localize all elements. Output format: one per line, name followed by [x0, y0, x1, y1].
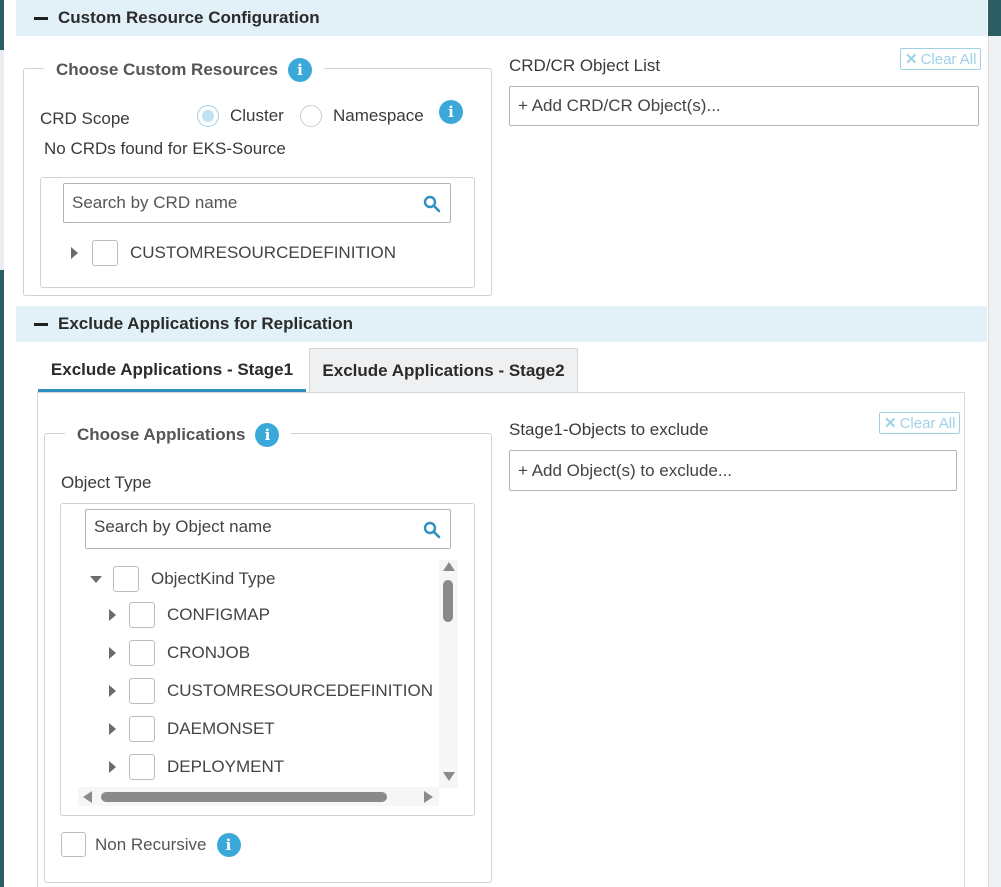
- tree-checkbox[interactable]: [129, 678, 155, 704]
- radio-namespace-label: Namespace: [333, 106, 424, 125]
- info-icon[interactable]: i: [288, 58, 312, 82]
- window-edge-left-gap: [0, 50, 4, 270]
- radio-cluster[interactable]: [197, 105, 219, 127]
- scroll-down-icon[interactable]: [443, 772, 455, 781]
- tab-label: Exclude Applications - Stage2: [322, 360, 565, 380]
- tree-item-label: CONFIGMAP: [167, 605, 270, 624]
- clear-icon: ✕: [905, 51, 918, 68]
- clear-all-label: Clear All: [920, 50, 977, 68]
- legend-label: Choose Applications: [77, 425, 246, 444]
- clear-icon: ✕: [884, 415, 897, 432]
- info-icon[interactable]: i: [255, 423, 280, 447]
- section-header-custom-resource[interactable]: Custom Resource Configuration: [16, 0, 987, 36]
- expand-caret-icon[interactable]: [109, 761, 116, 773]
- tree-row-root[interactable]: ObjectKind Type: [90, 566, 275, 592]
- non-recursive-option[interactable]: Non Recursive i: [61, 832, 241, 857]
- clear-all-button[interactable]: ✕ Clear All: [879, 412, 961, 434]
- section-header-exclude-apps[interactable]: Exclude Applications for Replication: [16, 306, 987, 342]
- tree-checkbox[interactable]: [92, 240, 118, 266]
- horizontal-scroll-thumb[interactable]: [101, 792, 387, 802]
- info-icon[interactable]: i: [216, 832, 241, 857]
- add-crd-object-placeholder: + Add CRD/CR Object(s)...: [518, 96, 721, 115]
- tree-horizontal-scrollbar[interactable]: [78, 787, 439, 806]
- non-recursive-checkbox[interactable]: [61, 832, 86, 857]
- object-type-label: Object Type: [61, 473, 152, 492]
- scope-radio-cluster[interactable]: Cluster: [197, 105, 284, 127]
- no-crds-message: No CRDs found for EKS-Source: [44, 139, 286, 158]
- expand-caret-icon[interactable]: [109, 647, 116, 659]
- crd-object-list-label: CRD/CR Object List: [509, 56, 661, 75]
- section-title: Exclude Applications for Replication: [58, 314, 354, 333]
- tree-row-daemonset[interactable]: DAEMONSET: [109, 716, 275, 742]
- tree-row-crd[interactable]: CUSTOMRESOURCEDEFINITION: [71, 240, 396, 266]
- stage1-objects-label: Stage1-Objects to exclude: [509, 420, 709, 439]
- tree-checkbox[interactable]: [129, 716, 155, 742]
- vertical-scroll-thumb[interactable]: [443, 580, 453, 622]
- choose-custom-resources-legend: Choose Custom Resources i: [44, 56, 324, 84]
- scroll-up-icon[interactable]: [443, 562, 455, 571]
- scroll-left-icon[interactable]: [83, 791, 92, 803]
- crd-search-input[interactable]: Search by CRD name: [63, 183, 451, 223]
- tree-checkbox[interactable]: [129, 640, 155, 666]
- choose-applications-legend: Choose Applications i: [65, 421, 292, 449]
- collapse-icon[interactable]: [34, 16, 48, 20]
- radio-cluster-label: Cluster: [230, 106, 284, 125]
- crd-scope-label: CRD Scope: [40, 109, 130, 128]
- add-exclude-object-input[interactable]: + Add Object(s) to exclude...: [509, 450, 957, 491]
- tree-row-crd[interactable]: CUSTOMRESOURCEDEFINITION: [109, 678, 433, 704]
- add-crd-object-input[interactable]: + Add CRD/CR Object(s)...: [509, 86, 979, 126]
- search-icon[interactable]: [423, 521, 441, 539]
- tab-exclude-stage2[interactable]: Exclude Applications - Stage2: [309, 348, 578, 392]
- collapse-caret-icon[interactable]: [90, 575, 102, 583]
- tree-checkbox[interactable]: [113, 566, 139, 592]
- expand-caret-icon[interactable]: [109, 723, 116, 735]
- tree-item-label: CRONJOB: [167, 643, 251, 662]
- add-exclude-object-placeholder: + Add Object(s) to exclude...: [518, 460, 733, 480]
- tree-row-cronjob[interactable]: CRONJOB: [109, 640, 250, 666]
- tree-item-label: DEPLOYMENT: [167, 757, 285, 776]
- section-title: Custom Resource Configuration: [58, 8, 320, 27]
- tree-checkbox[interactable]: [129, 602, 155, 628]
- object-search-placeholder: Search by Object name: [94, 517, 272, 536]
- object-search-input[interactable]: Search by Object name: [85, 509, 451, 549]
- search-icon[interactable]: [423, 195, 441, 213]
- vertical-scrollbar-track[interactable]: [988, 0, 1001, 887]
- non-recursive-label: Non Recursive: [95, 834, 207, 854]
- tab-exclude-stage1[interactable]: Exclude Applications - Stage1: [38, 350, 306, 392]
- collapse-icon[interactable]: [34, 322, 48, 326]
- expand-caret-icon[interactable]: [109, 685, 116, 697]
- tree-checkbox[interactable]: [129, 754, 155, 780]
- tree-vertical-scrollbar[interactable]: [439, 560, 458, 788]
- crd-search-placeholder: Search by CRD name: [72, 193, 238, 212]
- clear-all-label: Clear All: [899, 414, 956, 432]
- tree-row-deployment[interactable]: DEPLOYMENT: [109, 754, 284, 780]
- clear-all-button[interactable]: ✕ Clear All: [900, 48, 982, 70]
- tree-item-label: CUSTOMRESOURCEDEFINITION: [130, 243, 397, 262]
- radio-namespace[interactable]: [300, 105, 322, 127]
- scroll-right-icon[interactable]: [424, 791, 433, 803]
- expand-caret-icon[interactable]: [109, 609, 116, 621]
- tree-root-label: ObjectKind Type: [151, 569, 276, 588]
- tree-row-configmap[interactable]: CONFIGMAP: [109, 602, 270, 628]
- legend-label: Choose Custom Resources: [56, 60, 278, 79]
- tab-label: Exclude Applications - Stage1: [50, 359, 294, 379]
- scope-radio-namespace[interactable]: Namespace: [300, 105, 424, 127]
- tree-item-label: DAEMONSET: [167, 719, 275, 738]
- tree-item-label: CUSTOMRESOURCEDEFINITION: [167, 681, 434, 700]
- info-icon[interactable]: i: [439, 100, 463, 124]
- expand-caret-icon[interactable]: [71, 247, 78, 259]
- window-edge-right-top: [988, 0, 1001, 36]
